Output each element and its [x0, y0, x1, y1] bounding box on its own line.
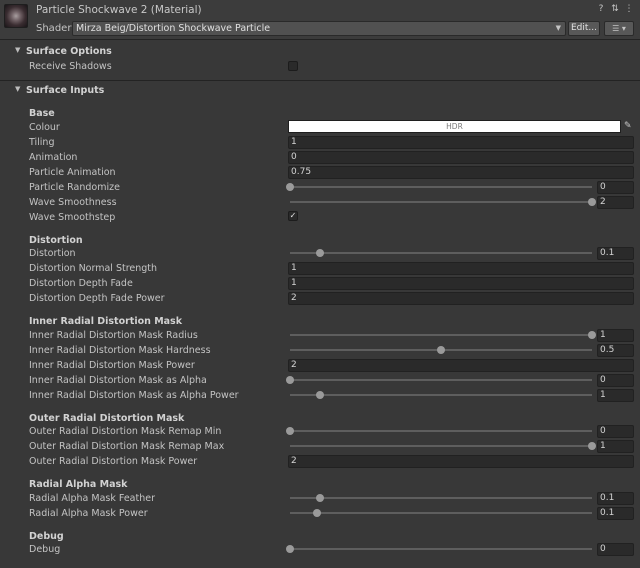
- distortion-depth-fade-label: Distortion Depth Fade: [29, 278, 133, 289]
- radial-alpha-power-label: Radial Alpha Mask Power: [29, 508, 148, 519]
- eyedropper-icon[interactable]: ✎: [624, 120, 634, 132]
- radial-alpha-group-title: Radial Alpha Mask: [29, 479, 128, 490]
- inner-mask-power-field[interactable]: 2: [288, 359, 634, 372]
- edit-shader-button[interactable]: Edit...: [568, 21, 600, 36]
- tiling-label: Tiling: [29, 137, 55, 148]
- slider-thumb[interactable]: [316, 391, 325, 399]
- wave-smoothness-slider[interactable]: [290, 201, 592, 203]
- colour-label: Colour: [29, 122, 60, 133]
- inner-mask-hardness-value[interactable]: 0.5: [597, 344, 634, 357]
- foldout-arrow-icon: ▼: [15, 46, 21, 54]
- wave-smoothness-label: Wave Smoothness: [29, 197, 117, 208]
- material-preview-icon: [4, 4, 28, 28]
- shader-dropdown-value: Mirza Beig/Distortion Shockwave Particle: [76, 23, 271, 34]
- distortion-slider[interactable]: [290, 252, 592, 254]
- inner-mask-as-alpha-slider[interactable]: [290, 379, 592, 381]
- kebab-menu-icon[interactable]: ⋮: [624, 4, 634, 14]
- shader-dropdown[interactable]: Mirza Beig/Distortion Shockwave Particle…: [72, 21, 566, 36]
- inner-mask-hardness-label: Inner Radial Distortion Mask Hardness: [29, 345, 211, 356]
- inner-mask-radius-slider[interactable]: [290, 334, 592, 336]
- slider-thumb[interactable]: [286, 427, 294, 435]
- sliders-icon[interactable]: ⇅: [610, 4, 620, 14]
- receive-shadows-toggle[interactable]: [288, 61, 298, 71]
- surface-inputs-header[interactable]: ▼ Surface Inputs: [0, 85, 640, 99]
- debug-slider[interactable]: [290, 548, 592, 550]
- section-divider: [0, 80, 640, 81]
- slider-thumb[interactable]: [588, 442, 596, 450]
- slider-thumb[interactable]: [437, 346, 445, 354]
- material-title: Particle Shockwave 2 (Material): [36, 4, 202, 16]
- radial-alpha-feather-slider[interactable]: [290, 497, 592, 499]
- inner-mask-as-alpha-value[interactable]: 0: [597, 374, 634, 387]
- slider-thumb[interactable]: [286, 183, 294, 191]
- list-icon: ☰ ▾: [612, 24, 626, 33]
- outer-mask-remap-min-slider[interactable]: [290, 430, 592, 432]
- distortion-label: Distortion: [29, 248, 76, 259]
- distortion-value[interactable]: 0.1: [597, 247, 634, 260]
- slider-thumb[interactable]: [316, 249, 325, 257]
- help-icon[interactable]: ?: [596, 4, 606, 14]
- list-menu-button[interactable]: ☰ ▾: [604, 21, 634, 36]
- inner-mask-as-alpha-power-value[interactable]: 1: [597, 389, 634, 402]
- foldout-arrow-icon: ▼: [15, 85, 21, 93]
- slider-thumb[interactable]: [316, 494, 325, 502]
- slider-thumb[interactable]: [588, 331, 596, 339]
- header-icons: ? ⇅ ⋮: [596, 4, 634, 14]
- inner-mask-group-title: Inner Radial Distortion Mask: [29, 316, 183, 327]
- material-header: Particle Shockwave 2 (Material) ? ⇅ ⋮ Sh…: [0, 0, 640, 40]
- outer-mask-remap-max-slider[interactable]: [290, 445, 592, 447]
- distortion-group-title: Distortion: [29, 235, 83, 246]
- particle-randomize-label: Particle Randomize: [29, 182, 120, 193]
- radial-alpha-feather-value[interactable]: 0.1: [597, 492, 634, 505]
- inner-mask-as-alpha-power-slider[interactable]: [290, 394, 592, 396]
- distortion-normal-strength-field[interactable]: 1: [288, 262, 634, 275]
- distortion-depth-fade-field[interactable]: 1: [288, 277, 634, 290]
- animation-field[interactable]: 0: [288, 151, 634, 164]
- outer-mask-power-field[interactable]: 2: [288, 455, 634, 468]
- outer-mask-remap-max-label: Outer Radial Distortion Mask Remap Max: [29, 441, 225, 452]
- colour-field[interactable]: HDR: [288, 120, 621, 133]
- inner-mask-as-alpha-label: Inner Radial Distortion Mask as Alpha: [29, 375, 207, 386]
- radial-alpha-power-value[interactable]: 0.1: [597, 507, 634, 520]
- tiling-field[interactable]: 1: [288, 136, 634, 149]
- outer-mask-power-label: Outer Radial Distortion Mask Power: [29, 456, 198, 467]
- checkmark-icon: ✓: [289, 211, 297, 220]
- slider-thumb[interactable]: [588, 198, 596, 206]
- radial-alpha-power-slider[interactable]: [290, 512, 592, 514]
- debug-label: Debug: [29, 544, 61, 555]
- slider-thumb[interactable]: [286, 376, 294, 384]
- slider-thumb[interactable]: [286, 545, 294, 553]
- animation-label: Animation: [29, 152, 78, 163]
- base-group-title: Base: [29, 108, 55, 119]
- particle-randomize-value[interactable]: 0: [597, 181, 634, 194]
- surface-options-title: Surface Options: [26, 46, 112, 57]
- surface-inputs-title: Surface Inputs: [26, 85, 105, 96]
- inner-mask-as-alpha-power-label: Inner Radial Distortion Mask as Alpha Po…: [29, 390, 239, 401]
- particle-animation-field[interactable]: 0.75: [288, 166, 634, 179]
- radial-alpha-feather-label: Radial Alpha Mask Feather: [29, 493, 155, 504]
- outer-mask-remap-max-value[interactable]: 1: [597, 440, 634, 453]
- wave-smoothstep-label: Wave Smoothstep: [29, 212, 116, 223]
- distortion-depth-fade-power-label: Distortion Depth Fade Power: [29, 293, 165, 304]
- particle-animation-label: Particle Animation: [29, 167, 116, 178]
- shader-label: Shader: [36, 23, 72, 34]
- debug-group-title: Debug: [29, 531, 64, 542]
- particle-randomize-slider[interactable]: [290, 186, 592, 188]
- debug-value[interactable]: 0: [597, 543, 634, 556]
- inner-mask-radius-label: Inner Radial Distortion Mask Radius: [29, 330, 198, 341]
- wave-smoothness-value[interactable]: 2: [597, 196, 634, 209]
- receive-shadows-label: Receive Shadows: [29, 61, 112, 72]
- distortion-depth-fade-power-field[interactable]: 2: [288, 292, 634, 305]
- inner-mask-power-label: Inner Radial Distortion Mask Power: [29, 360, 195, 371]
- outer-mask-remap-min-value[interactable]: 0: [597, 425, 634, 438]
- outer-mask-remap-min-label: Outer Radial Distortion Mask Remap Min: [29, 426, 222, 437]
- distortion-normal-strength-label: Distortion Normal Strength: [29, 263, 158, 274]
- inner-mask-radius-value[interactable]: 1: [597, 329, 634, 342]
- slider-thumb[interactable]: [313, 509, 322, 517]
- hdr-label: HDR: [446, 122, 463, 131]
- outer-mask-group-title: Outer Radial Distortion Mask: [29, 413, 185, 424]
- chevron-down-icon: ▼: [555, 24, 561, 32]
- surface-options-header[interactable]: ▼ Surface Options: [0, 46, 640, 60]
- wave-smoothstep-toggle[interactable]: ✓: [288, 211, 298, 221]
